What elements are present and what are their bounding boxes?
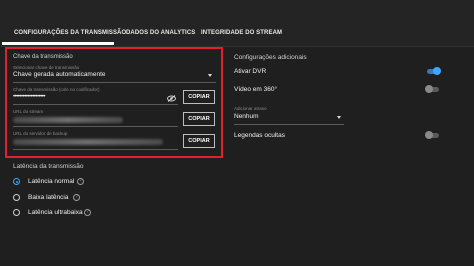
select-key-label: Selecionar chave de transmissão bbox=[13, 65, 80, 70]
video360-toggle[interactable] bbox=[425, 85, 439, 93]
delay-label: Adicionar atraso bbox=[234, 106, 267, 111]
help-icon[interactable]: ? bbox=[73, 194, 80, 201]
backup-url-field[interactable] bbox=[13, 139, 163, 145]
tab-bar: CONFIGURAÇÕES DA TRANSMISSÃO DADOS DO AN… bbox=[0, 0, 474, 47]
latency-low-radio[interactable] bbox=[13, 194, 20, 201]
tab-stream-settings[interactable]: CONFIGURAÇÕES DA TRANSMISSÃO bbox=[14, 30, 126, 36]
latency-low-label[interactable]: Baixa latência bbox=[28, 194, 68, 201]
stream-url-field[interactable] bbox=[13, 117, 123, 123]
copy-key-button[interactable]: COPIAR bbox=[183, 90, 215, 104]
delay-underline bbox=[234, 124, 344, 125]
tab-analytics[interactable]: DADOS DO ANALYTICS bbox=[126, 30, 195, 36]
copy-url-button[interactable]: COPIAR bbox=[183, 112, 215, 126]
select-key-value[interactable]: Chave gerada automaticamente bbox=[13, 71, 106, 78]
stream-key-field[interactable]: •••••••••••••••••••• bbox=[13, 94, 46, 100]
dvr-toggle[interactable] bbox=[427, 67, 441, 75]
copy-backup-button[interactable]: COPIAR bbox=[183, 134, 215, 148]
help-icon[interactable]: ? bbox=[84, 209, 91, 216]
key-field-underline bbox=[13, 104, 178, 105]
dvr-label: Ativar DVR bbox=[234, 68, 267, 75]
additional-settings-title: Configurações adicionais bbox=[234, 54, 307, 61]
key-field-label: Chave da transmissão (cole no codificado… bbox=[13, 87, 100, 92]
url-field-underline bbox=[13, 126, 178, 127]
backup-url-label: URL do servidor de backup bbox=[13, 131, 68, 136]
stream-url-label: URL do stream bbox=[13, 109, 44, 114]
chevron-down-icon[interactable] bbox=[337, 116, 341, 119]
backup-field-underline bbox=[13, 149, 178, 150]
help-icon[interactable]: ? bbox=[77, 178, 84, 185]
latency-normal-radio[interactable] bbox=[13, 178, 20, 185]
latency-title: Latência da transmissão bbox=[13, 163, 84, 170]
select-underline bbox=[13, 82, 216, 83]
latency-ultralow-radio[interactable] bbox=[13, 209, 20, 216]
latency-ultralow-label[interactable]: Latência ultrabaixa bbox=[28, 209, 83, 216]
stream-key-title: Chave da transmissão bbox=[13, 54, 73, 60]
tab-stream-health[interactable]: INTEGRIDADE DO STREAM bbox=[201, 30, 282, 36]
captions-toggle[interactable] bbox=[425, 131, 439, 139]
video360-label: Vídeo em 360° bbox=[234, 86, 278, 93]
latency-normal-label[interactable]: Latência normal bbox=[28, 178, 74, 185]
active-tab-indicator bbox=[2, 42, 114, 45]
visibility-off-icon[interactable] bbox=[167, 95, 176, 102]
captions-label: Legendas ocultas bbox=[234, 132, 285, 139]
chevron-down-icon[interactable] bbox=[208, 74, 212, 77]
delay-select-value[interactable]: Nenhum bbox=[234, 113, 259, 120]
